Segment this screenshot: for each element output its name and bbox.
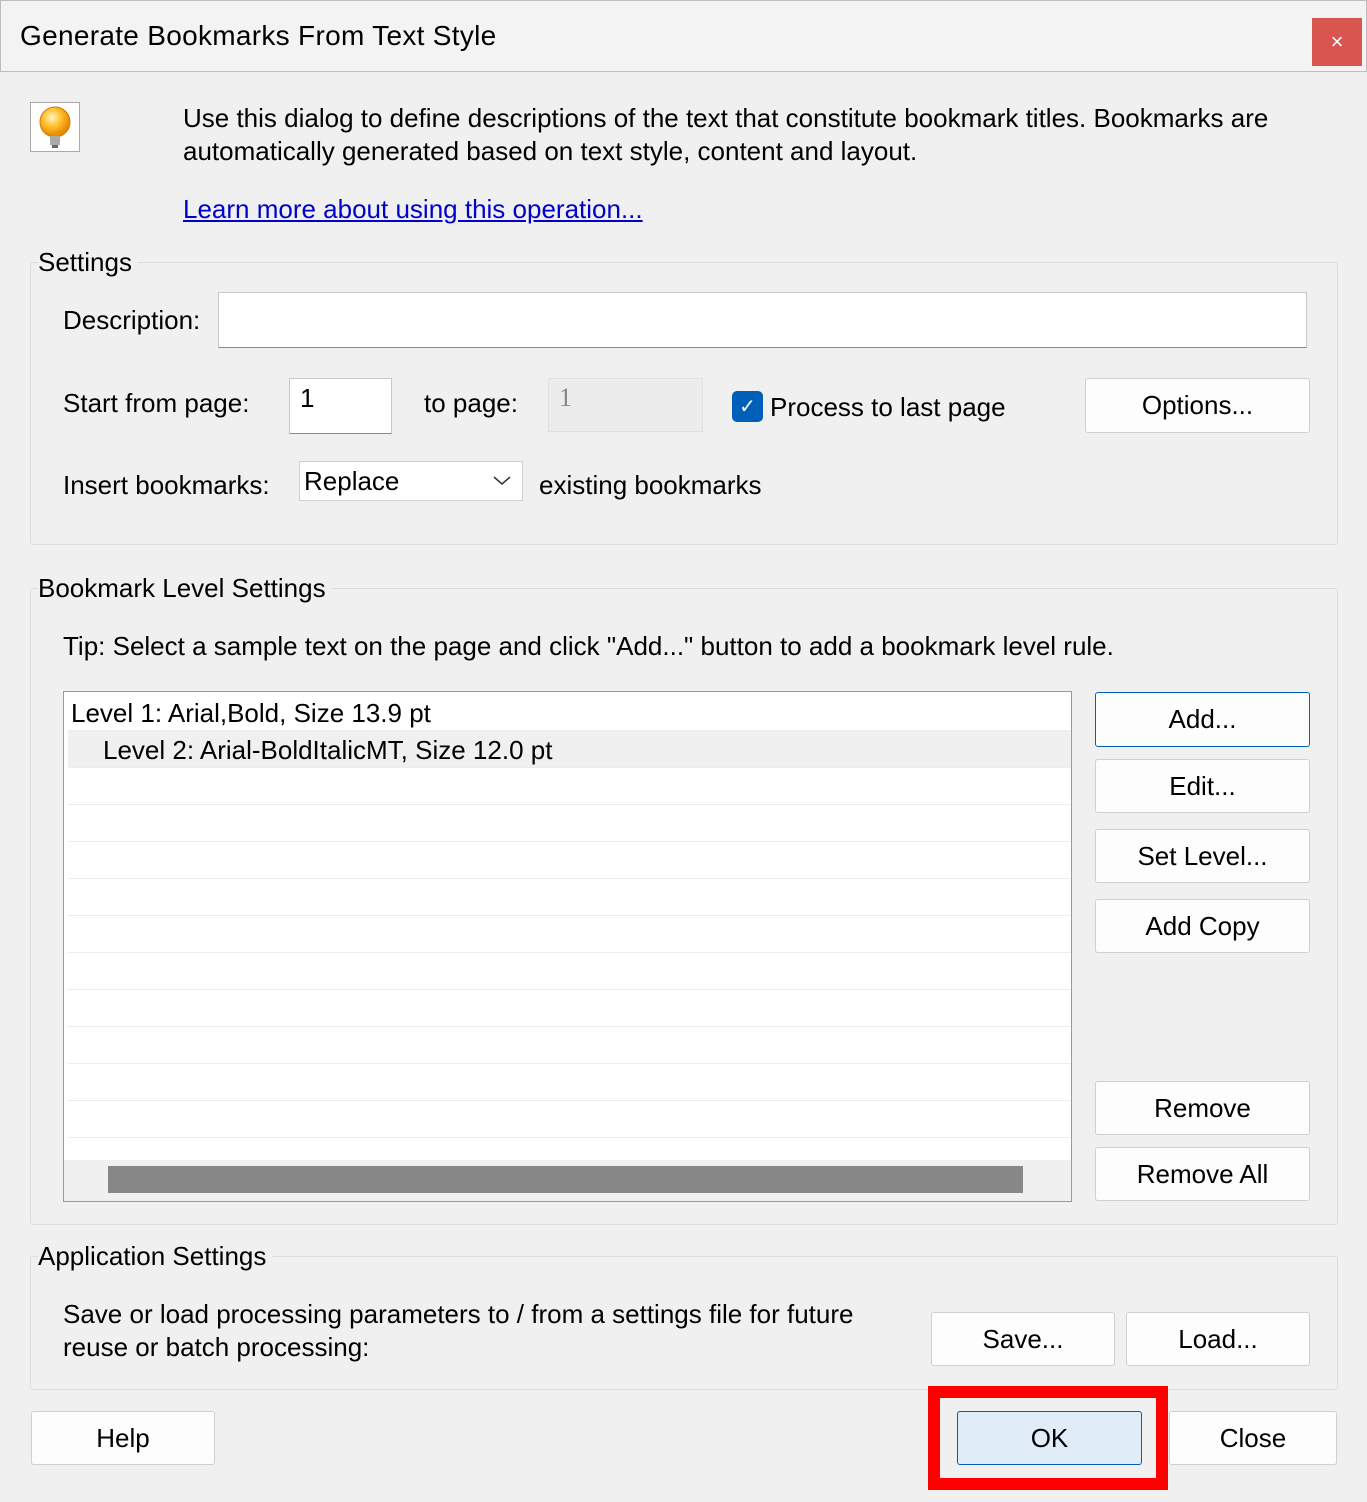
close-button[interactable]: Close [1169, 1411, 1337, 1465]
start-page-label: Start from page: [63, 388, 250, 418]
level-rules-list[interactable]: Level 1: Arial,Bold, Size 13.9 pt Level … [63, 691, 1072, 1202]
application-settings-label: Application Settings [38, 1241, 273, 1272]
to-page-input[interactable]: 1 [548, 378, 703, 432]
list-item[interactable]: Level 2: Arial-BoldItalicMT, Size 12.0 p… [68, 731, 1071, 768]
ok-button[interactable]: OK [957, 1411, 1142, 1465]
remove-button[interactable]: Remove [1095, 1081, 1310, 1135]
learn-more-link[interactable]: Learn more about using this operation... [183, 194, 643, 225]
description-input[interactable] [218, 292, 1307, 348]
description-label: Description: [63, 305, 201, 335]
insert-mode-select[interactable]: Replace [299, 461, 523, 501]
add-copy-button[interactable]: Add Copy [1095, 899, 1310, 953]
dialog-title: Generate Bookmarks From Text Style [20, 20, 497, 51]
edit-button[interactable]: Edit... [1095, 759, 1310, 813]
empty-row [68, 768, 1071, 805]
insert-bookmarks-label: Insert bookmarks: [63, 470, 270, 500]
checkmark-icon: ✓ [739, 396, 756, 418]
empty-row [68, 805, 1071, 842]
list-item[interactable]: Level 1: Arial,Bold, Size 13.9 pt [68, 694, 1071, 731]
empty-row [68, 879, 1071, 916]
chevron-down-icon [493, 476, 511, 485]
remove-all-button[interactable]: Remove All [1095, 1147, 1310, 1201]
insert-mode-value: Replace [304, 466, 400, 496]
lightbulb-icon [30, 102, 80, 152]
load-settings-button[interactable]: Load... [1126, 1312, 1310, 1366]
horizontal-scrollbar[interactable] [64, 1160, 1071, 1201]
empty-row [68, 990, 1071, 1027]
empty-row [68, 916, 1071, 953]
bookmark-level-label: Bookmark Level Settings [38, 573, 332, 604]
empty-row [68, 1027, 1071, 1064]
empty-row [68, 953, 1071, 990]
empty-row [68, 842, 1071, 879]
close-window-button[interactable]: × [1312, 18, 1362, 66]
tip-text: Tip: Select a sample text on the page an… [63, 631, 1114, 661]
settings-label: Settings [38, 247, 138, 278]
empty-row [68, 1101, 1071, 1138]
existing-bookmarks-label: existing bookmarks [539, 470, 762, 500]
help-button[interactable]: Help [31, 1411, 215, 1465]
options-button[interactable]: Options... [1085, 378, 1310, 433]
empty-row [68, 1064, 1071, 1101]
process-last-page-label[interactable]: Process to last page [770, 392, 1006, 423]
app-settings-text-line1: Save or load processing parameters to / … [63, 1299, 854, 1329]
scrollbar-thumb[interactable] [108, 1166, 1023, 1193]
save-settings-button[interactable]: Save... [931, 1312, 1115, 1366]
start-page-input[interactable]: 1 [289, 378, 392, 434]
process-last-page-checkbox[interactable]: ✓ [732, 391, 763, 422]
to-page-label: to page: [424, 388, 518, 418]
app-settings-text-line2: reuse or batch processing: [63, 1332, 370, 1362]
set-level-button[interactable]: Set Level... [1095, 829, 1310, 883]
intro-text-line1: Use this dialog to define descriptions o… [183, 103, 1269, 133]
intro-text-line2: automatically generated based on text st… [183, 136, 918, 166]
add-button[interactable]: Add... [1095, 692, 1310, 747]
